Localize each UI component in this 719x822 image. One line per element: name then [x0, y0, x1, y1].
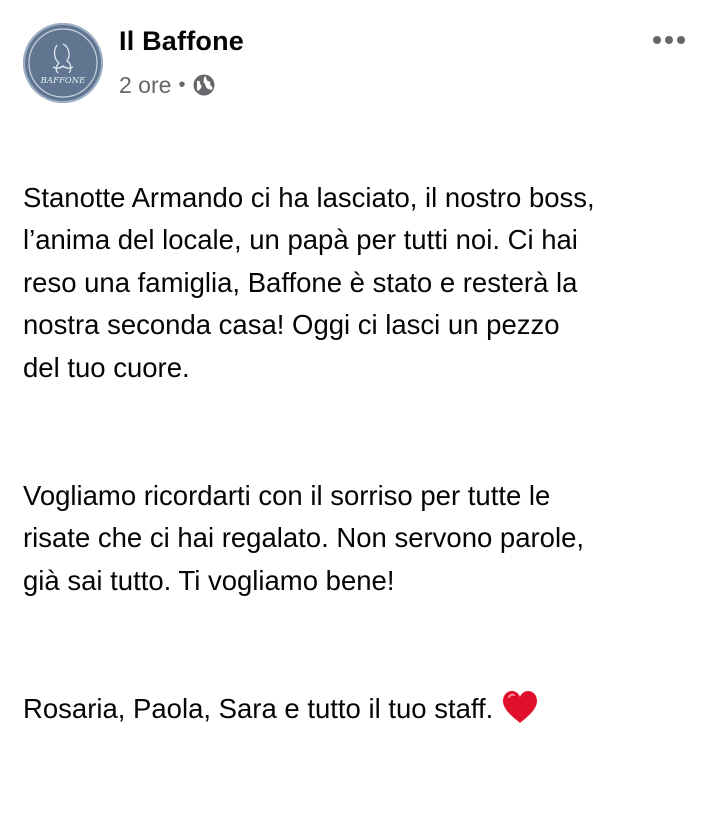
signature-text: Rosaria, Paola, Sara e tutto il tuo staf… [23, 692, 494, 724]
post-time[interactable]: 2 ore [119, 72, 171, 99]
more-options-icon[interactable] [653, 36, 685, 44]
page-name[interactable]: Il Baffone [119, 26, 244, 57]
globe-icon [192, 73, 216, 97]
post-paragraph: Vogliamo ricordarti con il sorriso per t… [23, 479, 585, 596]
post-body: Stanotte Armando ci ha lasciato, il nost… [23, 134, 703, 822]
meta-separator: • [178, 73, 186, 96]
post-signature: Rosaria, Paola, Sara e tutto il tuo staf… [23, 688, 703, 737]
heart-emoji [501, 690, 539, 737]
facebook-post: BAFFONE Il Baffone 2 ore • Stanotte Arma… [0, 0, 719, 724]
post-meta: 2 ore • [119, 70, 216, 100]
page-avatar[interactable]: BAFFONE [23, 23, 103, 103]
avatar-logo-text: BAFFONE [40, 76, 87, 86]
post-paragraph: Stanotte Armando ci ha lasciato, il nost… [23, 181, 595, 383]
